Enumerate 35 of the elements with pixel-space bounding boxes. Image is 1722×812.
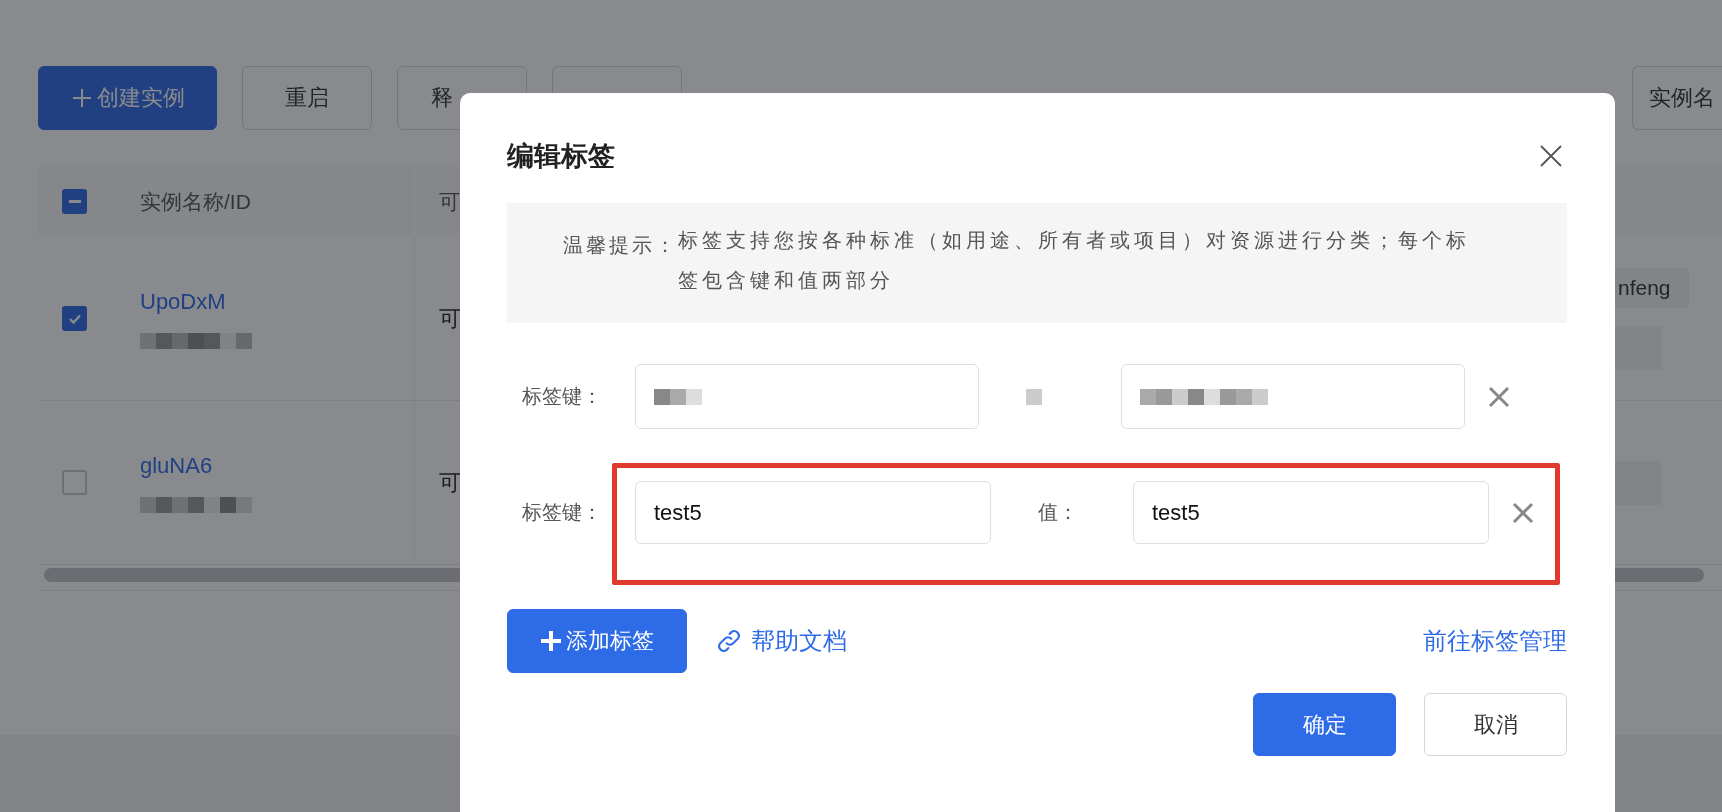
manage-link[interactable]: 前往标签管理 [1423,625,1567,657]
value-field[interactable]: test5 [1133,481,1489,544]
field-label: 值： [1038,500,1078,525]
toolbar-button[interactable]: 重启 [242,66,372,130]
link-icon [715,627,743,655]
blurred-label [1026,388,1042,405]
tip-text: 标签支持您按各种标准（如用途、所有者或项目）对资源进行分类；每个标签包含键和值两部分 [678,228,1471,293]
plus-icon [70,87,93,109]
tip-label: 温馨提示： [563,233,678,258]
field-label: 标签键： [521,384,603,409]
instance-link[interactable]: gluNA6 [140,452,213,479]
row-checkbox[interactable] [62,470,87,495]
confirm-button[interactable]: 确定 [1253,693,1396,756]
help-link[interactable]: 帮助文档 [751,625,847,657]
toolbar-button[interactable]: 创建实例 [38,66,217,130]
close-icon[interactable] [1539,144,1563,168]
remove-icon[interactable] [1511,500,1535,525]
row-checkbox[interactable] [62,306,87,331]
dialog-title: 编辑标签 [507,140,615,173]
field-label: 标签键： [521,500,603,525]
cancel-button[interactable]: 取消 [1424,693,1567,756]
plus-icon [540,630,562,652]
table-cell-text: 可 [439,304,461,333]
add-tag-button[interactable]: 添加标签 [507,609,687,673]
key-field[interactable]: test5 [635,481,991,544]
table-cell-text: 可 [439,468,461,497]
select-all-checkbox[interactable] [62,189,87,214]
value-field[interactable] [1121,364,1465,429]
remove-icon[interactable] [1487,384,1511,409]
blurred-text [654,388,702,405]
column-header: 可 [439,188,460,215]
column-header: 实例名称/ID [140,188,251,215]
filter-button[interactable]: 实例名 [1632,66,1722,130]
key-field[interactable] [635,364,979,429]
instance-link[interactable]: UpoDxM [140,288,226,315]
